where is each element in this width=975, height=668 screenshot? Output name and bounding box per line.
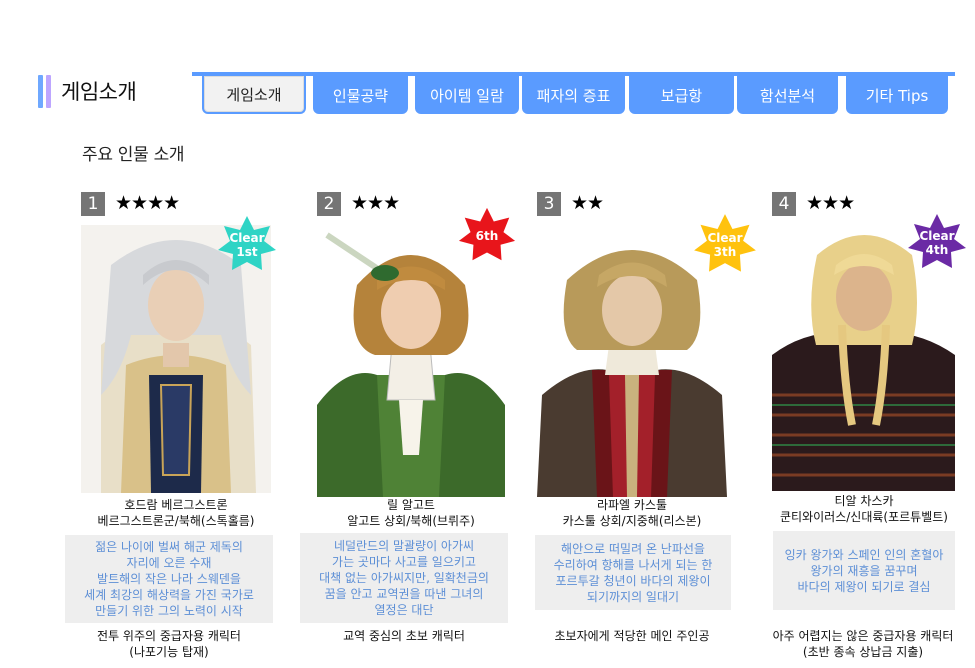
section-accent-bars (38, 74, 51, 108)
difficulty-stars: ★★ (571, 192, 604, 214)
character-origin: 쿤티와이러스/신대륙(포르튜벨트) (780, 510, 948, 524)
character-origin: 알고트 상회/북해(브뤼주) (347, 514, 475, 528)
section-title: 게임소개 (61, 80, 137, 104)
character-name: 호드람 베르그스트론 (124, 498, 228, 512)
clear-badge: Clear 4th (906, 212, 968, 274)
tab-ship-analysis[interactable]: 함선분석 (737, 76, 838, 114)
difficulty-stars: ★★★ (806, 192, 855, 214)
tab-characters[interactable]: 인물공략 (313, 76, 408, 114)
subtitle: 주요 인물 소개 (82, 145, 185, 165)
character-description: 젊은 나이에 벌써 해군 제독의 자리에 오른 수재 발트해의 작은 나라 스웨… (65, 535, 273, 623)
character-number: 1 (81, 192, 105, 216)
character-summary: 아주 어렵지는 않은 중급자용 캐릭터 (초반 종속 상납금 지출) (772, 629, 954, 659)
clear-badge: Clear 1st (216, 214, 278, 276)
character-description: 잉카 왕가와 스페인 인의 혼혈아 왕가의 재흥을 꿈꾸며 바다의 제왕이 되기… (773, 531, 955, 610)
character-name: 릴 알고트 (387, 498, 435, 512)
section-header: 게임소개 (38, 74, 137, 108)
character-summary: 전투 위주의 중급자용 캐릭터 (나포기능 탑재) (97, 629, 241, 659)
character-description: 네덜란드의 말괄량이 아가씨 가는 곳마다 사고를 일으키고 대책 없는 아가씨… (300, 533, 508, 623)
character-summary: 교역 중심의 초보 캐릭터 (343, 629, 465, 643)
character-number: 4 (772, 192, 796, 216)
character-name: 라파엘 카스툴 (596, 498, 668, 512)
character-name: 티알 차스카 (834, 494, 894, 508)
difficulty-stars: ★★★ (351, 192, 400, 214)
tab-supply-ports[interactable]: 보급항 (629, 76, 734, 114)
character-origin: 베르그스트론군/북해(스톡홀름) (97, 514, 255, 528)
clear-badge: 6th (457, 206, 517, 266)
character-number: 3 (537, 192, 561, 216)
character-origin: 카스툴 상회/지중해(리스본) (562, 514, 702, 528)
character-number: 2 (317, 192, 341, 216)
character-description: 해안으로 떠밀려 온 난파선을 수리하여 항해를 나서게 되는 한 포르투갈 청… (535, 535, 731, 610)
character-summary: 초보자에게 적당한 메인 주인공 (554, 629, 710, 643)
tab-items[interactable]: 아이템 일람 (415, 76, 519, 114)
difficulty-stars: ★★★★ (115, 192, 180, 214)
clear-badge: Clear 3th (692, 212, 758, 278)
tab-other-tips[interactable]: 기타 Tips (846, 76, 948, 114)
tab-game-intro[interactable]: 게임소개 (202, 76, 306, 114)
tab-defeat-tokens[interactable]: 패자의 증표 (522, 76, 625, 114)
